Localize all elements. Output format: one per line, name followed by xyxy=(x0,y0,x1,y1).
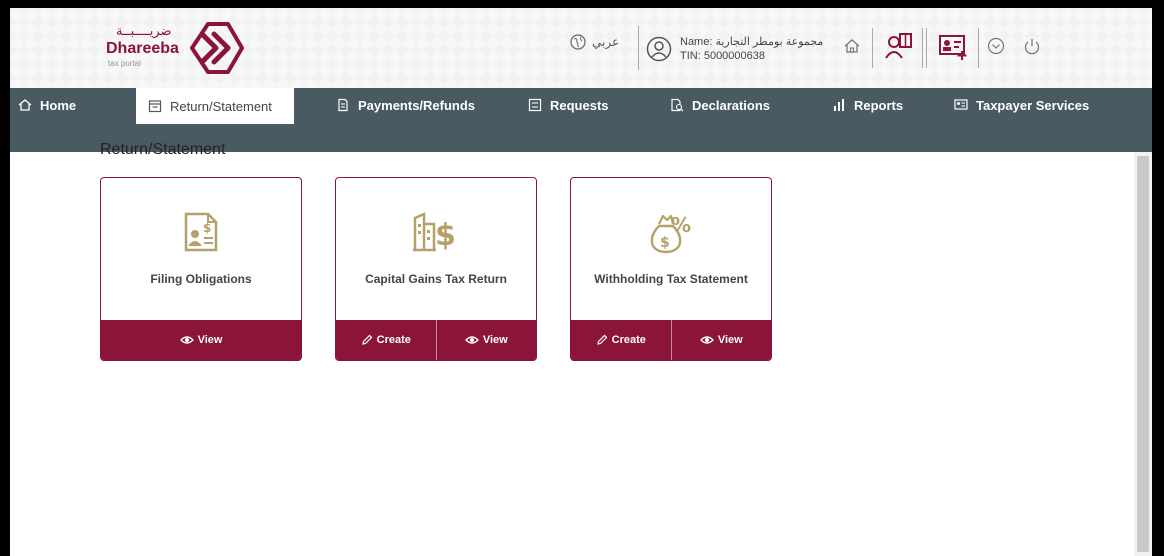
building-dollar-icon: $ xyxy=(413,212,456,252)
pencil-icon xyxy=(361,334,372,345)
card-title: Withholding Tax Statement xyxy=(594,272,748,286)
logo-mark-icon xyxy=(190,22,244,74)
nav-item-return-statement[interactable]: Return/Statement xyxy=(136,88,294,124)
home-icon xyxy=(18,99,32,111)
card-title: Filing Obligations xyxy=(150,272,252,286)
users-book-icon xyxy=(885,33,912,59)
card-capital-gains-tax-return: $ Capital Gains Tax Return Create View xyxy=(335,177,537,361)
header-divider xyxy=(926,28,927,68)
card-withholding-tax-statement: $ % Withholding Tax Statement Create Vie… xyxy=(570,177,772,361)
logo-arabic-text: ضريــــبــة xyxy=(116,24,172,39)
filing-obligations-icon: $ xyxy=(184,212,218,252)
nav-item-label: Payments/Refunds xyxy=(358,97,476,113)
user-name: Name: مجموعة بومطر التجارية xyxy=(680,36,824,48)
nav-item-label: Home xyxy=(40,97,77,113)
nav-item-label: Taxpayer Services xyxy=(976,97,1090,113)
scrollbar-thumb[interactable] xyxy=(1137,156,1149,552)
logo-english-text: Dhareeba xyxy=(106,40,179,57)
svg-text:$: $ xyxy=(203,221,211,235)
profile-menu-toggle[interactable] xyxy=(986,36,1006,56)
capital-gains-view-button[interactable]: View xyxy=(435,320,537,360)
filing-obligations-view-button[interactable]: View xyxy=(101,320,301,360)
registration-button[interactable] xyxy=(936,30,970,64)
window-frame-left xyxy=(0,0,10,556)
header-divider xyxy=(638,26,639,70)
nav-item-label: Return/Statement xyxy=(170,98,272,114)
chevron-down-icon xyxy=(987,37,1005,55)
page-title: Return/Statement xyxy=(100,141,226,158)
eye-icon xyxy=(464,336,479,344)
globe-icon xyxy=(570,34,586,50)
nav-item-requests[interactable]: Requests xyxy=(528,88,609,122)
view-label: View xyxy=(197,334,223,346)
logout-button[interactable] xyxy=(1022,36,1042,56)
money-bag-percent-icon: $ % xyxy=(650,213,691,254)
create-label: Create xyxy=(611,334,646,346)
home-button[interactable] xyxy=(842,36,862,56)
user-circle-icon xyxy=(646,36,672,62)
document-search-icon xyxy=(671,98,684,112)
header-divider xyxy=(872,28,873,68)
window-frame-top xyxy=(0,0,1164,8)
home-icon xyxy=(844,39,860,53)
svg-text:$: $ xyxy=(435,218,456,252)
bar-chart-icon xyxy=(834,99,844,111)
nav-item-label: Reports xyxy=(854,97,904,113)
power-icon xyxy=(1024,39,1040,55)
nav-item-reports[interactable]: Reports xyxy=(832,88,903,122)
nav-item-taxpayer-services[interactable]: Taxpayer Services xyxy=(954,88,1089,122)
withholding-view-button[interactable]: View xyxy=(670,320,772,360)
svg-text:%: % xyxy=(671,213,691,237)
eye-icon xyxy=(699,336,714,344)
card-title: Capital Gains Tax Return xyxy=(365,272,507,286)
view-label: View xyxy=(717,334,743,346)
dhareeba-logo[interactable]: ضريــــبــة Dhareeba tax portal xyxy=(106,20,256,80)
window-frame-right xyxy=(1152,0,1164,556)
top-header: ضريــــبــة Dhareeba tax portal عربي Nam… xyxy=(10,8,1152,88)
create-label: Create xyxy=(376,334,411,346)
view-label: View xyxy=(482,334,508,346)
user-tin: TIN: 5000000638 xyxy=(680,50,766,62)
nav-item-label: Requests xyxy=(550,97,609,113)
nav-item-home[interactable]: Home xyxy=(18,88,76,122)
capital-gains-create-button[interactable]: Create xyxy=(336,320,436,360)
id-card-plus-icon xyxy=(939,35,967,60)
logo-subtitle: tax portal xyxy=(108,59,141,68)
header-divider xyxy=(922,28,923,68)
pencil-icon xyxy=(596,334,607,345)
checklist-icon xyxy=(528,98,542,112)
language-label: عربي xyxy=(592,35,620,49)
user-info: Name: مجموعة بومطر التجارية TIN: 5000000… xyxy=(646,26,823,72)
header-divider xyxy=(978,28,979,68)
svg-text:$: $ xyxy=(660,235,670,251)
manage-users-button[interactable] xyxy=(882,28,916,64)
nav-item-declarations[interactable]: Declarations xyxy=(670,88,770,122)
language-switch[interactable]: عربي xyxy=(570,34,619,50)
nav-item-payments-refunds[interactable]: Payments/Refunds xyxy=(336,88,475,122)
card-filing-obligations: $ Filing Obligations View xyxy=(100,177,302,361)
document-money-icon xyxy=(338,98,348,112)
withholding-create-button[interactable]: Create xyxy=(571,320,671,360)
id-card-icon xyxy=(954,99,968,110)
calendar-icon xyxy=(148,100,162,113)
eye-icon xyxy=(179,336,194,344)
nav-item-label: Declarations xyxy=(692,97,771,113)
